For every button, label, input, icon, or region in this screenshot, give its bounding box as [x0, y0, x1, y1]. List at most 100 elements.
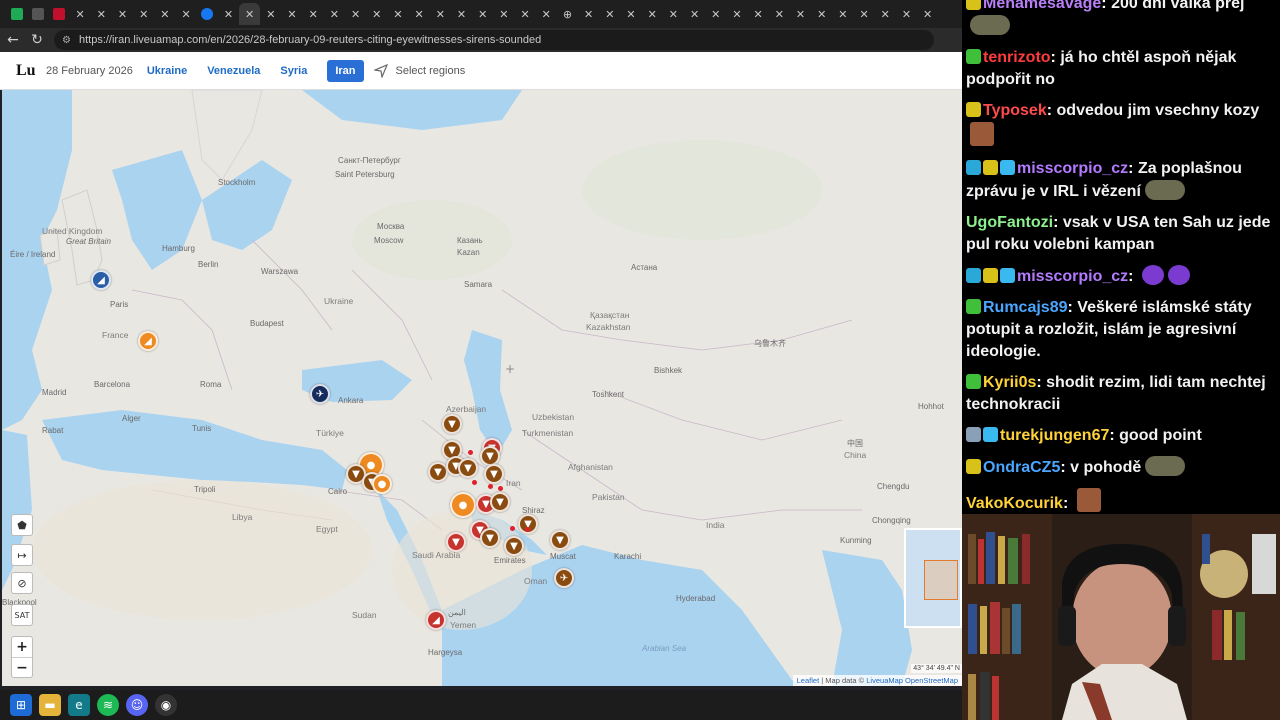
- region-link-iran[interactable]: Iran: [327, 59, 364, 82]
- chat-badge-icon[interactable]: [966, 102, 981, 117]
- browser-tab[interactable]: [27, 3, 48, 25]
- chat-username[interactable]: misscorpio_cz: [1017, 268, 1128, 285]
- event-marker-plane[interactable]: ✈: [554, 568, 574, 588]
- browser-tab-active[interactable]: ✕: [239, 3, 261, 25]
- edge-browser-icon[interactable]: e: [68, 694, 90, 716]
- browser-tab[interactable]: ✕: [832, 3, 853, 25]
- browser-tab[interactable]: ✕: [91, 3, 112, 25]
- obs-icon[interactable]: ◉: [155, 694, 177, 716]
- chat-badge-icon[interactable]: [983, 160, 998, 175]
- chat-badge-icon[interactable]: [983, 427, 998, 442]
- chat-username[interactable]: Menamesavage: [983, 0, 1101, 12]
- browser-tab[interactable]: ✕: [811, 3, 832, 25]
- minimap-viewport[interactable]: [924, 560, 958, 600]
- event-marker-cluster[interactable]: ●: [372, 474, 392, 494]
- event-marker-missile[interactable]: ▼: [480, 528, 500, 548]
- event-marker-missile[interactable]: ▼: [484, 464, 504, 484]
- chat-emote-icon[interactable]: [1141, 265, 1164, 285]
- browser-tab[interactable]: ✕: [366, 3, 387, 25]
- reload-icon[interactable]: ↻: [26, 29, 48, 51]
- select-regions-button[interactable]: Select regions: [373, 63, 465, 78]
- chat-username[interactable]: tenrizoto: [983, 49, 1051, 66]
- file-explorer-icon[interactable]: ▬: [39, 694, 61, 716]
- region-link-ukraine[interactable]: Ukraine: [147, 65, 187, 77]
- event-marker-missile[interactable]: ▼: [442, 414, 462, 434]
- osm-link[interactable]: LiveuaMap OpenStreetMap: [866, 676, 958, 685]
- browser-tab[interactable]: ✕: [281, 3, 302, 25]
- chat-username[interactable]: UgoFantozi: [966, 214, 1053, 231]
- browser-tab[interactable]: ✕: [854, 3, 875, 25]
- browser-tab[interactable]: ✕: [133, 3, 154, 25]
- region-link-venezuela[interactable]: Venezuela: [207, 65, 260, 77]
- browser-tab[interactable]: ✕: [663, 3, 684, 25]
- browser-tab[interactable]: ✕: [176, 3, 197, 25]
- zoom-in-button[interactable]: +: [12, 637, 32, 657]
- chat-badge-icon[interactable]: [966, 427, 981, 442]
- spotify-icon[interactable]: ≋: [97, 694, 119, 716]
- event-marker-cluster[interactable]: ●: [450, 492, 476, 518]
- browser-tab[interactable]: ✕: [769, 3, 790, 25]
- chat-username[interactable]: OndraCZ5: [983, 459, 1060, 476]
- browser-tab[interactable]: ✕: [430, 3, 451, 25]
- browser-tab[interactable]: ✕: [472, 3, 493, 25]
- event-marker-missile[interactable]: ▼: [446, 532, 466, 552]
- chat-emote-icon[interactable]: [970, 15, 1010, 35]
- chat-username[interactable]: Typosek: [983, 102, 1047, 119]
- zoom-out-button[interactable]: −: [12, 657, 32, 677]
- browser-tab[interactable]: ✕: [917, 3, 938, 25]
- hide-layer-icon[interactable]: ⊘: [11, 572, 33, 594]
- browser-tab[interactable]: ✕: [536, 3, 557, 25]
- browser-tab[interactable]: ✕: [896, 3, 917, 25]
- chat-badge-icon[interactable]: [966, 0, 981, 10]
- browser-tab[interactable]: ✕: [705, 3, 726, 25]
- browser-tab[interactable]: ✕: [260, 3, 281, 25]
- browser-tab[interactable]: [48, 3, 69, 25]
- draw-polygon-icon[interactable]: ⬟: [11, 514, 33, 536]
- map-canvas[interactable]: Stockholm Санкт-Петербург Saint Petersbu…: [2, 90, 962, 686]
- chat-username[interactable]: turekjungen67: [1000, 427, 1109, 444]
- browser-tab[interactable]: ⊕: [557, 3, 578, 25]
- chat-emote-icon[interactable]: [1076, 488, 1101, 512]
- chat-username[interactable]: misscorpio_cz: [1017, 160, 1128, 177]
- chat-badge-icon[interactable]: [966, 49, 981, 64]
- browser-tab[interactable]: ✕: [218, 3, 239, 25]
- browser-tab[interactable]: ✕: [642, 3, 663, 25]
- event-marker-megaphone[interactable]: ◢: [426, 610, 446, 630]
- chat-username[interactable]: VakoKocurik: [966, 495, 1063, 512]
- region-link-syria[interactable]: Syria: [280, 65, 307, 77]
- chat-username[interactable]: Kyrii0s: [983, 374, 1036, 391]
- browser-tab[interactable]: ✕: [154, 3, 175, 25]
- event-dot[interactable]: [510, 526, 515, 531]
- event-dot[interactable]: [468, 450, 473, 455]
- measure-icon[interactable]: ↦: [11, 544, 33, 566]
- browser-tab[interactable]: ✕: [599, 3, 620, 25]
- event-dot[interactable]: [472, 480, 477, 485]
- event-marker-missile[interactable]: ▼: [480, 446, 500, 466]
- windows-start-icon[interactable]: ⊞: [10, 694, 32, 716]
- browser-tab[interactable]: ✕: [684, 3, 705, 25]
- browser-tab[interactable]: [197, 3, 218, 25]
- browser-tab[interactable]: ✕: [748, 3, 769, 25]
- event-marker-missile[interactable]: ▼: [428, 462, 448, 482]
- chat-badge-icon[interactable]: [966, 160, 981, 175]
- chat-emote-icon[interactable]: [1167, 265, 1190, 285]
- discord-icon[interactable]: ☺: [126, 694, 148, 716]
- event-marker-missile[interactable]: ▼: [504, 536, 524, 556]
- browser-tab[interactable]: [6, 3, 27, 25]
- browser-tab[interactable]: ✕: [578, 3, 599, 25]
- liveuamap-logo[interactable]: Lu: [16, 61, 36, 81]
- chat-emote-icon[interactable]: [970, 122, 994, 146]
- chat-badge-icon[interactable]: [1000, 160, 1015, 175]
- browser-tab[interactable]: ✕: [409, 3, 430, 25]
- chat-badge-icon[interactable]: [966, 299, 981, 314]
- browser-tab[interactable]: ✕: [790, 3, 811, 25]
- event-dot[interactable]: [488, 484, 493, 489]
- event-dot[interactable]: [525, 527, 530, 532]
- minimap[interactable]: [904, 528, 962, 628]
- browser-tab[interactable]: ✕: [451, 3, 472, 25]
- event-marker-missile[interactable]: ▼: [458, 458, 478, 478]
- chat-emote-icon[interactable]: [1145, 456, 1186, 476]
- chat-badge-icon[interactable]: [966, 459, 981, 474]
- event-dot[interactable]: [498, 486, 503, 491]
- browser-tab[interactable]: ✕: [303, 3, 324, 25]
